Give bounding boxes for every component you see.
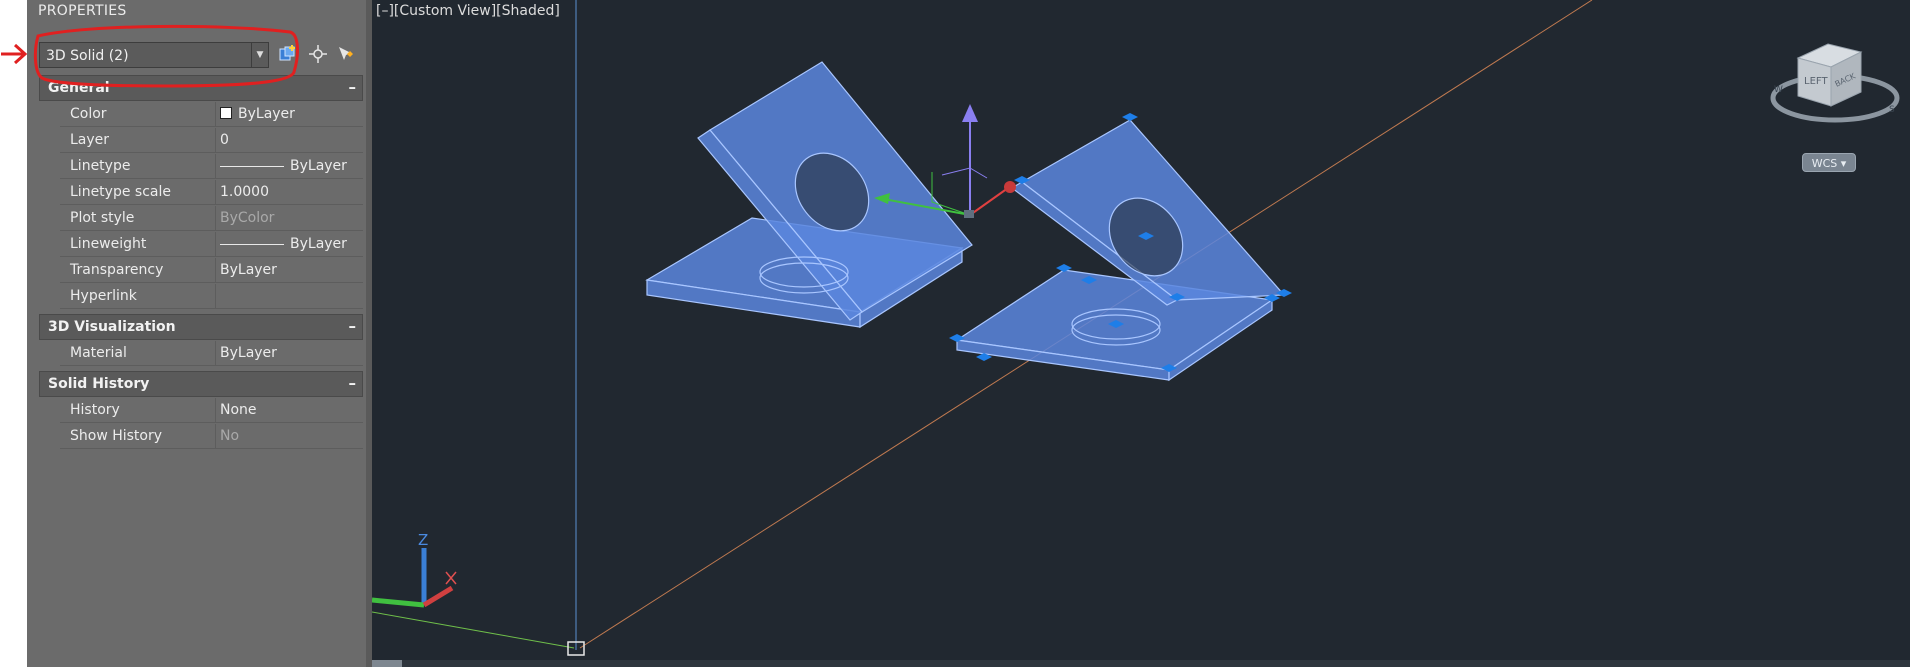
property-name: Lineweight — [70, 236, 147, 252]
property-name: Show History — [70, 428, 163, 444]
property-name: Material — [70, 345, 127, 361]
ucs-z-label: Z — [418, 531, 428, 549]
property-row-lineweight[interactable]: Lineweight ByLayer — [60, 232, 363, 257]
annotation-circle-icon — [33, 24, 299, 88]
z-axis-line — [372, 611, 575, 649]
property-value[interactable]: ByLayer — [215, 102, 362, 127]
property-row-color[interactable]: Color ByLayer — [60, 102, 363, 127]
palette-title: PROPERTIES — [38, 3, 127, 19]
property-value: ByColor — [215, 206, 362, 231]
viewport-bottom-bar — [372, 660, 1910, 667]
section-solid-history-header[interactable]: Solid History – — [39, 371, 363, 397]
viewcube-face-label: LEFT — [1804, 76, 1828, 87]
property-name: Linetype — [70, 158, 131, 174]
property-row-history[interactable]: History None — [60, 398, 363, 423]
viewcube-icon: LEFT BACK W S — [1770, 43, 1900, 123]
property-value: No — [215, 424, 362, 449]
compass-west-label: W — [1774, 85, 1783, 95]
property-name: Linetype scale — [70, 184, 171, 200]
collapse-icon[interactable]: – — [349, 76, 357, 99]
property-value[interactable] — [215, 284, 362, 309]
property-name: Layer — [70, 132, 110, 148]
property-name: Transparency — [70, 262, 164, 278]
color-value-text: ByLayer — [238, 106, 295, 122]
lineweight-value-text: ByLayer — [290, 236, 347, 252]
properties-palette: PROPERTIES 3D Solid (2) ▼ General – Colo… — [27, 0, 372, 667]
property-name: Hyperlink — [70, 288, 137, 304]
property-row-material[interactable]: Material ByLayer — [60, 341, 363, 366]
bracket-solid-left — [645, 61, 973, 329]
property-value[interactable]: 0 — [215, 128, 362, 153]
select-objects-icon[interactable] — [307, 43, 329, 65]
property-row-transparency[interactable]: Transparency ByLayer — [60, 258, 363, 283]
property-value[interactable]: None — [215, 398, 362, 423]
lineweight-preview-icon — [220, 243, 284, 245]
property-name: Color — [70, 106, 107, 122]
linetype-preview-icon — [220, 165, 284, 167]
property-row-layer[interactable]: Layer 0 — [60, 128, 363, 153]
annotation-arrow-icon — [1, 43, 28, 65]
ucs-icon: Z — [372, 531, 457, 608]
viewport-scroll-handle[interactable] — [372, 660, 402, 667]
property-value[interactable]: ByLayer — [215, 341, 362, 366]
wcs-label: WCS — [1811, 157, 1838, 170]
quick-select-icon[interactable] — [335, 43, 357, 65]
section-title: Solid History — [48, 376, 150, 392]
property-row-hyperlink[interactable]: Hyperlink — [60, 284, 363, 309]
compass-south-label: S — [1889, 105, 1895, 115]
collapse-icon[interactable]: – — [349, 315, 357, 338]
color-swatch-icon — [220, 107, 232, 119]
property-row-linetype[interactable]: Linetype ByLayer — [60, 154, 363, 179]
property-name: History — [70, 402, 120, 418]
collapse-icon[interactable]: – — [349, 372, 357, 395]
property-value[interactable]: ByLayer — [215, 232, 362, 257]
property-row-linetype-scale[interactable]: Linetype scale 1.0000 — [60, 180, 363, 205]
property-value[interactable]: 1.0000 — [215, 180, 362, 205]
bracket-solid-right — [955, 119, 1286, 382]
model-space-canvas[interactable]: Z LEFT BACK W S — [372, 0, 1910, 660]
wcs-menu-button[interactable]: WCS ▾ — [1802, 153, 1856, 172]
linetype-value-text: ByLayer — [290, 158, 347, 174]
property-row-plot-style[interactable]: Plot style ByColor — [60, 206, 363, 231]
property-value[interactable]: ByLayer — [215, 258, 362, 283]
drawing-viewport[interactable]: [–][Custom View][Shaded] Z LEFT BACK W S… — [372, 0, 1910, 660]
property-value[interactable]: ByLayer — [215, 154, 362, 179]
property-name: Plot style — [70, 210, 135, 226]
section-3d-visualization-header[interactable]: 3D Visualization – — [39, 314, 363, 340]
property-row-show-history[interactable]: Show History No — [60, 424, 363, 449]
section-title: 3D Visualization — [48, 319, 176, 335]
